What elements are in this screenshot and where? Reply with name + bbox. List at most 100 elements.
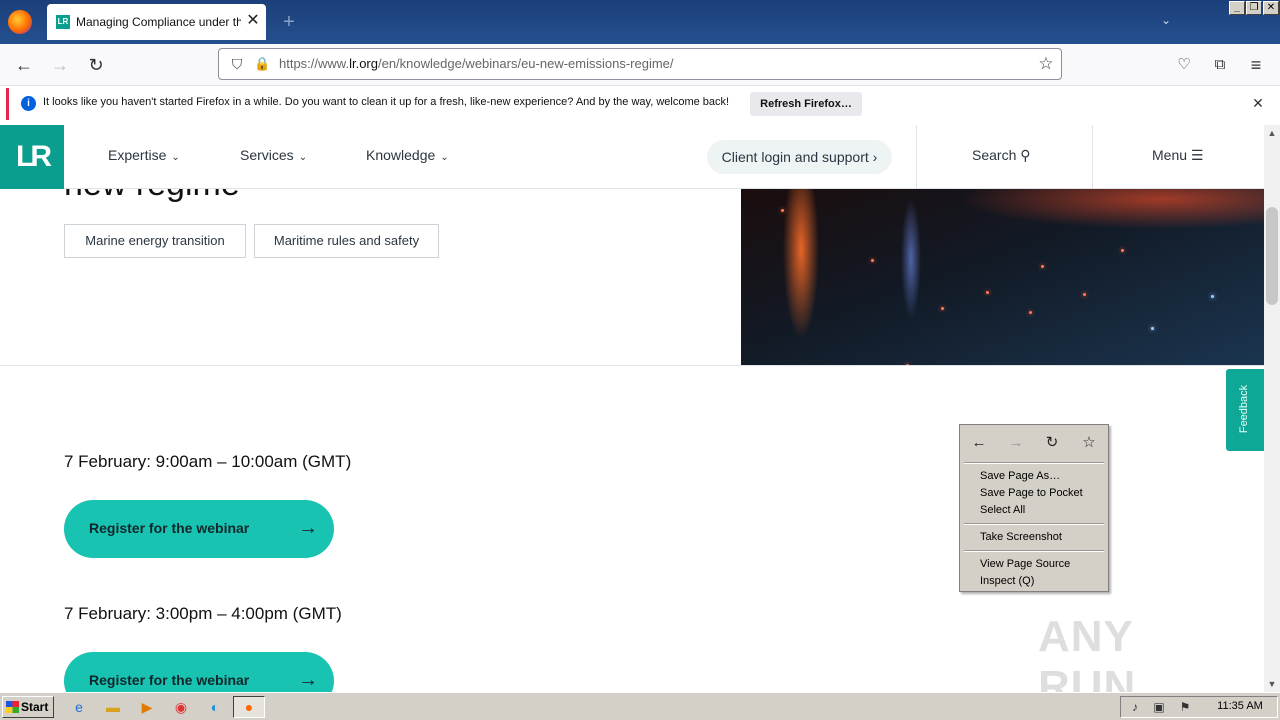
session-time: 7 February: 3:00pm – 4:00pm (GMT)	[64, 604, 342, 623]
lr-logo[interactable]: LR	[0, 125, 64, 189]
light-dot	[1121, 249, 1124, 252]
notification-bar: i It looks like you haven't started Fire…	[6, 88, 1276, 120]
feedback-label: Feedback	[1238, 384, 1250, 434]
scroll-down-icon[interactable]: ▼	[1264, 676, 1280, 692]
menu-separator	[964, 550, 1104, 552]
lock-icon[interactable]: 🔒	[254, 55, 270, 73]
menu-separator	[964, 462, 1104, 464]
shield-icon[interactable]: ⛉	[228, 55, 246, 73]
ie-icon[interactable]: e	[68, 697, 90, 717]
menu-item-take-screenshot[interactable]: Take Screenshot	[980, 531, 1105, 546]
minimize-icon[interactable]: _	[1229, 1, 1245, 15]
register-webinar-button[interactable]: Register for the webinar →	[64, 652, 334, 692]
edge-icon[interactable]: ◐	[204, 697, 226, 717]
arrow-right-icon: →	[298, 517, 318, 539]
taskbar-firefox-active[interactable]: ●	[233, 696, 265, 718]
menu-button[interactable]: Menu ☰	[1152, 147, 1222, 167]
hamburger-menu-icon[interactable]: ≡	[1243, 52, 1269, 78]
scroll-up-icon[interactable]: ▲	[1264, 125, 1280, 141]
chevron-down-icon: ⌄	[171, 152, 180, 163]
search-button[interactable]: Search ⚲	[972, 147, 1052, 167]
notification-text: It looks like you haven't started Firefo…	[43, 96, 730, 108]
pocket-icon[interactable]: ♡	[1171, 52, 1197, 78]
light-dot	[1083, 293, 1086, 296]
menu-item-view-source[interactable]: View Page Source	[980, 558, 1105, 573]
menu-separator	[964, 523, 1104, 525]
new-tab-plus-icon[interactable]: +	[279, 11, 299, 33]
light-dot	[986, 291, 989, 294]
menu-label: Menu	[1152, 147, 1188, 163]
lr-favicon-icon: LR	[56, 15, 70, 29]
flag-icon[interactable]: ⚑	[1177, 699, 1193, 715]
client-login-label: Client login and support	[721, 149, 869, 165]
windows-logo-icon	[6, 701, 19, 713]
speaker-icon[interactable]: ♪	[1127, 699, 1143, 715]
light-dot	[1029, 311, 1032, 314]
feedback-tab[interactable]: Feedback	[1226, 369, 1264, 451]
light-dot	[1151, 327, 1154, 330]
search-label: Search	[972, 147, 1017, 163]
search-icon: ⚲	[1020, 147, 1031, 163]
anyrun-watermark: ANY RUN	[1038, 612, 1137, 711]
nav-knowledge[interactable]: Knowledge ⌄	[366, 147, 456, 167]
chrome-icon[interactable]: ◉	[170, 697, 192, 717]
extensions-icon[interactable]: ⧉	[1207, 52, 1233, 78]
nav-label: Knowledge	[366, 147, 436, 163]
menu-item-inspect[interactable]: Inspect (Q)	[980, 575, 1105, 590]
browser-nav-bar: ← → ↻ ⛉ 🔒 https://www.lr.org/en/knowledg…	[0, 44, 1280, 86]
register-webinar-button[interactable]: Register for the webinar →	[64, 500, 334, 558]
hero-image	[741, 189, 1264, 365]
bookmark-star-icon[interactable]: ☆	[1078, 433, 1100, 453]
light-dot	[781, 209, 784, 212]
restore-icon[interactable]: ❐	[1246, 1, 1262, 15]
nav-expertise[interactable]: Expertise ⌄	[108, 147, 188, 167]
menu-lines-icon: ☰	[1190, 147, 1204, 163]
scroll-thumb[interactable]	[1266, 207, 1278, 305]
chevron-down-icon[interactable]: ⌄	[1157, 13, 1175, 31]
close-icon[interactable]: ✕	[244, 11, 262, 31]
light-dot	[1041, 265, 1044, 268]
system-tray: ♪ ▣ ⚑ 11:35 AM	[1120, 696, 1278, 718]
page-viewport: LR Expertise ⌄ Services ⌄ Knowledge ⌄ Clien…	[0, 125, 1264, 692]
url-text[interactable]: https://www.lr.org/en/knowledge/webinars…	[279, 56, 979, 74]
arrow-right-icon: →	[298, 669, 318, 691]
menu-item-save-page-as[interactable]: Save Page As…	[980, 470, 1105, 485]
browser-tab-bar: LR Managing Compliance under the EU ✕ + …	[0, 0, 1280, 44]
folder-icon[interactable]: ▬	[102, 697, 124, 717]
back-arrow-icon[interactable]: ←	[11, 52, 37, 78]
back-arrow-icon[interactable]: ←	[968, 433, 990, 453]
nav-label: Expertise	[108, 147, 167, 163]
page-scrollbar[interactable]: ▲ ▼	[1264, 125, 1280, 692]
start-button[interactable]: Start	[2, 696, 54, 718]
light-dot	[1211, 295, 1214, 298]
url-bar[interactable]: ⛉ 🔒 https://www.lr.org/en/knowledge/webi…	[218, 48, 1062, 80]
menu-item-save-to-pocket[interactable]: Save Page to Pocket	[980, 487, 1105, 502]
context-menu: ← → ↻ ☆ Save Page As… Save Page to Pocke…	[959, 424, 1109, 592]
start-label: Start	[21, 700, 49, 714]
client-login-button[interactable]: Client login and support ›	[707, 140, 892, 174]
tag-maritime-rules[interactable]: Maritime rules and safety	[254, 224, 439, 258]
register-label: Register for the webinar	[89, 672, 250, 688]
nav-label: Services	[240, 147, 294, 163]
forward-arrow-icon[interactable]: →	[47, 52, 73, 78]
close-icon[interactable]: ✕	[1249, 94, 1267, 112]
forward-arrow-icon[interactable]: →	[1005, 433, 1027, 453]
clock: 11:35 AM	[1217, 700, 1263, 712]
media-player-icon[interactable]: ▶	[136, 697, 158, 717]
refresh-firefox-button[interactable]: Refresh Firefox…	[750, 92, 862, 116]
chevron-down-icon: ⌄	[440, 152, 449, 163]
firefox-icon[interactable]	[8, 10, 32, 34]
nav-services[interactable]: Services ⌄	[240, 147, 315, 167]
window-close-icon[interactable]: ✕	[1263, 1, 1279, 15]
menu-item-select-all[interactable]: Select All	[980, 504, 1105, 519]
firefox-icon: ●	[244, 699, 254, 715]
register-label: Register for the webinar	[89, 520, 250, 536]
tag-marine-energy[interactable]: Marine energy transition	[64, 224, 246, 258]
network-icon[interactable]: ▣	[1151, 699, 1167, 715]
reload-icon[interactable]: ↻	[83, 52, 109, 78]
header-divider	[916, 125, 917, 189]
chevron-right-icon: ›	[872, 149, 878, 165]
tab-active[interactable]: LR Managing Compliance under the EU ✕	[47, 4, 266, 40]
bookmark-star-icon[interactable]: ☆	[1036, 54, 1056, 74]
reload-icon[interactable]: ↻	[1041, 433, 1063, 453]
